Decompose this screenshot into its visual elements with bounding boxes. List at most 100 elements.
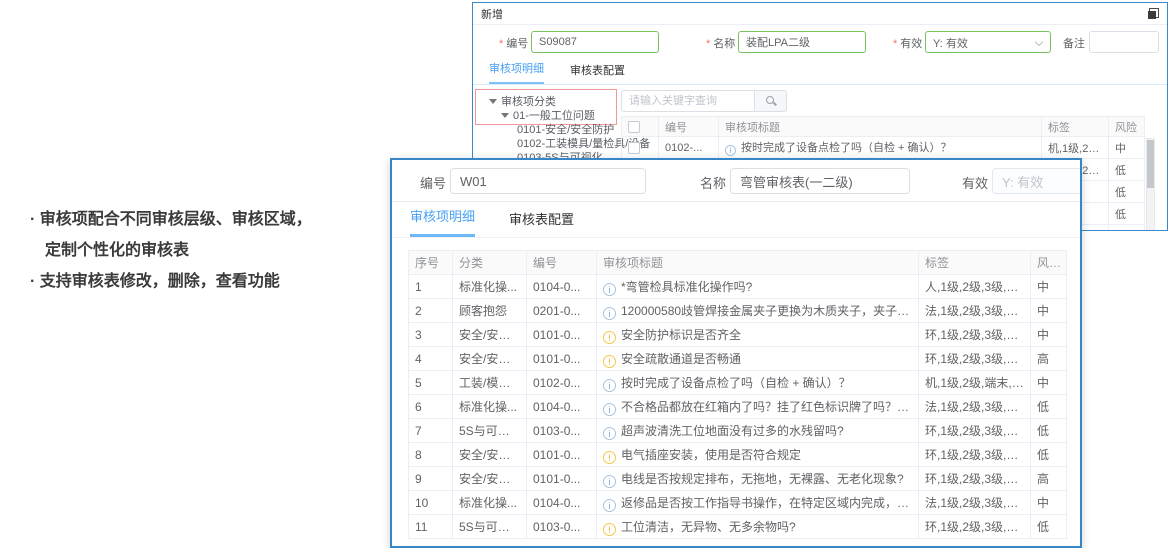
warning-icon: ! xyxy=(603,331,616,344)
cell-seq: 9 xyxy=(409,467,453,491)
cell-code: 0101-0... xyxy=(527,467,597,491)
audit-item-title: 工位清洁，无异物、无多余物吗? xyxy=(621,520,796,534)
search-icon xyxy=(765,95,777,107)
caret-down-icon xyxy=(501,113,509,118)
tree-root[interactable]: 审核项分类 xyxy=(483,95,619,109)
warning-icon: ! xyxy=(603,355,616,368)
cell-category: 安全/安全... xyxy=(453,443,527,467)
tab-audit-item-detail[interactable]: 审核项明细 xyxy=(410,206,475,237)
info-icon: i xyxy=(603,379,616,392)
warning-icon: ! xyxy=(603,451,616,464)
column-header: 风险 xyxy=(1109,117,1145,137)
bullet: · xyxy=(30,273,35,290)
cell-title: i 120000580歧管焊接金属夹子更换为木质夹子，夹子夹取时，... xyxy=(597,299,919,323)
info-icon: i xyxy=(603,307,616,320)
audit-table-form: *编号 *名称 *有效 Y: 有效 备注 xyxy=(473,25,1167,59)
cell-risk: 高 xyxy=(1031,347,1067,371)
cell-category: 5S与可视化 xyxy=(453,419,527,443)
cell-title: ! 安全防护标识是否齐全 xyxy=(597,323,919,347)
cell-risk: 低 xyxy=(1031,419,1067,443)
note-text: 审核项配合不同审核层级、审核区域， xyxy=(40,211,312,228)
cell-category: 安全/安全... xyxy=(453,467,527,491)
cell-label: 法,1级,2级,3级,4级,端末,弯... xyxy=(919,299,1031,323)
column-header: 编号 xyxy=(659,117,719,137)
required-asterisk: * xyxy=(706,38,710,50)
cell-title: i按时完成了设备点检了吗（自检 + 确认）？ xyxy=(597,371,919,395)
audit-item-title: 电气插座安装，使用是否符合规定 xyxy=(621,448,801,462)
audit-item-title: 120000580歧管焊接金属夹子更换为木质夹子，夹子夹取时，... xyxy=(621,304,919,318)
audit-item-title: 不合格品都放在红箱内了吗？挂了红色标识牌了吗？红色标识... xyxy=(621,400,919,414)
cell-seq: 4 xyxy=(409,347,453,371)
cell-risk: 中 xyxy=(1109,137,1145,159)
cell-title: !安全疏散通道是否畅通 xyxy=(597,347,919,371)
name-input[interactable] xyxy=(738,31,866,53)
table-row[interactable]: 3安全/安全...0101-0...!安全防护标识是否齐全环,1级,2级,3级,… xyxy=(409,323,1067,347)
table-row[interactable]: 1标准化操...0104-0...i*弯管检具标准化操作吗?人,1级,2级,3级… xyxy=(409,275,1067,299)
tree-group[interactable]: 01-一般工位问题 xyxy=(483,109,619,123)
cell-label: 环,1级,2级,3级,端末,弯管,焊... xyxy=(919,515,1031,539)
code-input[interactable] xyxy=(450,168,646,194)
table-row[interactable]: 115S与可视化0103-0...!工位清洁，无异物、无多余物吗?环,1级,2级… xyxy=(409,515,1067,539)
select-all-checkbox[interactable] xyxy=(628,121,640,133)
cell-seq: 10 xyxy=(409,491,453,515)
cell-risk: 低 xyxy=(1109,181,1145,203)
code-label: *编号 xyxy=(499,35,528,51)
tabs-bar: 审核项明细 审核表配置 xyxy=(473,59,1167,85)
table-row[interactable]: 75S与可视化0103-0...i超声波清洗工位地面没有过多的水残留吗?环,1级… xyxy=(409,419,1067,443)
valid-selected-value: Y: 有效 xyxy=(933,38,968,50)
cell-code: 0101-0... xyxy=(527,323,597,347)
tab-audit-table-config[interactable]: 审核表配置 xyxy=(570,62,625,84)
remark-input[interactable] xyxy=(1089,31,1159,53)
cell-title: i超声波清洗工位地面没有过多的水残留吗? xyxy=(597,419,919,443)
column-header: 审核项标题 xyxy=(719,117,1042,137)
scrollbar-thumb[interactable] xyxy=(1147,140,1154,188)
audit-item-title: 按时完成了设备点检了吗（自检 + 确认）？ xyxy=(741,142,952,154)
row-checkbox[interactable] xyxy=(628,142,640,154)
cell-risk: 中 xyxy=(1031,491,1067,515)
tree-item[interactable]: 0102-工装模具/量检具/设备 xyxy=(483,137,619,151)
cell-label: 环,1级,2级,3级,弯管 xyxy=(919,419,1031,443)
restore-window-icon[interactable] xyxy=(1147,8,1159,20)
audit-table-form: 编号 名称 有效 xyxy=(392,160,1080,202)
scrollbar[interactable] xyxy=(1146,138,1155,231)
window-title: 新增 xyxy=(481,6,503,22)
audit-item-title: 安全防护标识是否齐全 xyxy=(621,328,741,342)
name-input[interactable] xyxy=(730,168,910,194)
cell-risk: 中 xyxy=(1031,275,1067,299)
cell-title: i*弯管检具标准化操作吗? xyxy=(597,275,919,299)
table-row[interactable]: 8安全/安全...0101-0...!电气插座安装，使用是否符合规定环,1级,2… xyxy=(409,443,1067,467)
info-icon: i xyxy=(603,499,616,512)
cell-code: 0101-0... xyxy=(527,347,597,371)
info-icon: i xyxy=(603,475,616,488)
name-label: *名称 xyxy=(706,35,735,51)
column-header: 编号 xyxy=(527,251,597,275)
table-row[interactable]: 4安全/安全...0101-0...!安全疏散通道是否畅通环,1级,2级,3级,… xyxy=(409,347,1067,371)
tab-audit-item-detail[interactable]: 审核项明细 xyxy=(489,60,544,84)
search-input[interactable] xyxy=(621,90,755,112)
cell-category: 5S与可视化 xyxy=(453,515,527,539)
table-row[interactable]: 2顾客抱怨0201-0...i120000580歧管焊接金属夹子更换为木质夹子，… xyxy=(409,299,1067,323)
cell-seq: 11 xyxy=(409,515,453,539)
valid-select[interactable]: Y: 有效 xyxy=(925,31,1051,53)
code-input[interactable] xyxy=(531,31,659,53)
table-row[interactable]: 5工装/模具...0102-0...i按时完成了设备点检了吗（自检 + 确认）？… xyxy=(409,371,1067,395)
tree-item[interactable]: 0101-安全/安全防护 xyxy=(483,123,619,137)
cell-code: 0102-0... xyxy=(527,371,597,395)
cell-category: 标准化操... xyxy=(453,395,527,419)
cell-code: 0201-0... xyxy=(527,299,597,323)
tab-audit-table-config[interactable]: 审核表配置 xyxy=(509,209,574,237)
cell-category: 标准化操... xyxy=(453,275,527,299)
code-label: 编号 xyxy=(420,173,446,192)
table-row[interactable]: 9安全/安全...0101-0...i电线是否按规定排布，无拖地，无裸露、无老化… xyxy=(409,467,1067,491)
cell-title: ! 电气插座安装，使用是否符合规定 xyxy=(597,443,919,467)
note-text: 定制个性化的审核表 xyxy=(45,242,189,259)
table-row[interactable]: 10标准化操...0104-0...i返修品是否按工作指导书操作，在特定区域内完… xyxy=(409,491,1067,515)
audit-item-title: 返修品是否按工作指导书操作，在特定区域内完成，且有返修... xyxy=(621,496,919,510)
cell-seq: 7 xyxy=(409,419,453,443)
search-button[interactable] xyxy=(755,90,787,112)
view-audit-table-window: 编号 名称 有效 审核项明细 审核表配置 序号 分类 编号 审核项标题 标签 风… xyxy=(390,158,1082,548)
table-row[interactable]: 0102-...i按时完成了设备点检了吗（自检 + 确认）？机,1级,2级,端末… xyxy=(622,137,1145,159)
cell-label: 机,1级,2级,端末,弯管,焊接,... xyxy=(919,371,1031,395)
table-row[interactable]: 6标准化操...0104-0...i不合格品都放在红箱内了吗？挂了红色标识牌了吗… xyxy=(409,395,1067,419)
cell-checkbox xyxy=(622,137,659,159)
